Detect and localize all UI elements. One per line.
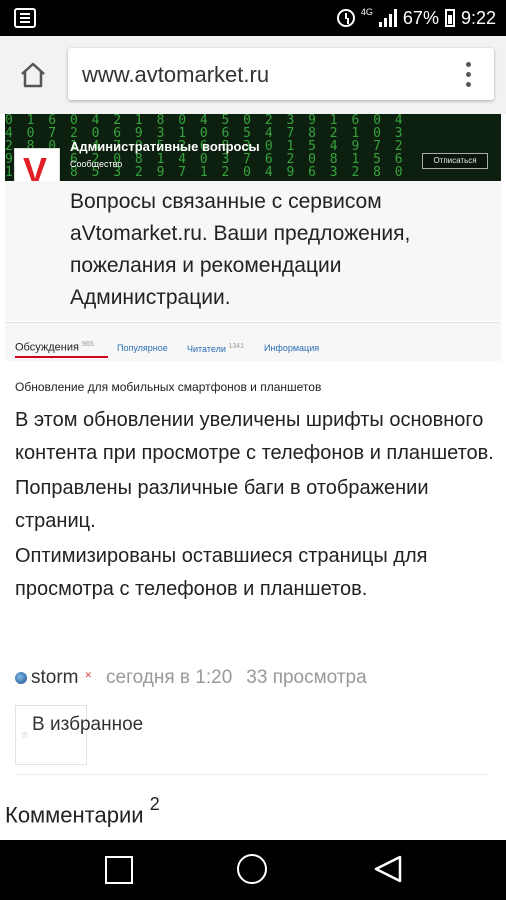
article-paragraph: В этом обновлении увеличены шрифты основ… (15, 409, 494, 464)
battery-icon (444, 9, 455, 27)
article-title[interactable]: Обновление для мобильных смартфонов и пл… (15, 380, 321, 394)
tab-info[interactable]: Информация (264, 343, 319, 353)
overflow-menu-icon[interactable] (466, 62, 472, 88)
globe-icon (15, 672, 27, 684)
tab-popular[interactable]: Популярное (117, 343, 168, 353)
alarm-icon (336, 9, 355, 27)
recent-apps-icon[interactable] (105, 856, 133, 884)
back-icon[interactable] (373, 854, 403, 884)
home-circle-icon[interactable] (237, 854, 267, 884)
community-subtitle: Сообщество (70, 159, 123, 169)
battery-percent: 67% (402, 7, 439, 28)
article-paragraph: Поправлены различные баги в отображении … (15, 477, 429, 532)
comments-count: 2 (149, 794, 160, 814)
author-link[interactable]: storm (31, 667, 79, 689)
star-icon: ☆ (21, 730, 29, 739)
add-to-favorites-button[interactable]: ☆ В избранное (15, 705, 143, 765)
community-tabs: Обсуждения 965 Популярное Читатели 1341 … (5, 322, 501, 361)
divider (15, 774, 489, 775)
home-icon[interactable] (18, 60, 48, 90)
article-body: В этом обновлении увеличены шрифты основ… (15, 404, 495, 608)
status-bar: 4G 67% 9:22 (0, 0, 506, 36)
network-type: 4G (360, 7, 373, 17)
community-title[interactable]: Административные вопросы (70, 139, 260, 154)
clock: 9:22 (460, 7, 496, 28)
address-bar[interactable]: www.avtomarket.ru (68, 48, 494, 100)
unsubscribe-button[interactable]: Отписаться (422, 153, 488, 169)
article-paragraph: Оптимизированы оставшиеся страницы для п… (15, 545, 428, 600)
comments-heading: Комментарии 2 (5, 794, 160, 828)
tab-discussions[interactable]: Обсуждения 965 (15, 341, 108, 358)
notification-list-icon (14, 8, 36, 28)
post-date: сегодня в 1:20 (106, 667, 233, 688)
browser-toolbar: www.avtomarket.ru (0, 36, 506, 114)
url-text: www.avtomarket.ru (82, 62, 270, 87)
view-count: 33 просмотра (246, 667, 367, 688)
tab-readers[interactable]: Читатели 1341 (187, 343, 244, 354)
article-meta: storm ✕ сегодня в 1:20 33 просмотра (15, 665, 367, 691)
favorites-label: В избранное (32, 714, 144, 735)
community-description: Вопросы связанные с сервисом aVtomarket.… (70, 190, 411, 309)
signal-icon (378, 9, 397, 27)
user-flag-icon: ✕ (84, 669, 93, 680)
